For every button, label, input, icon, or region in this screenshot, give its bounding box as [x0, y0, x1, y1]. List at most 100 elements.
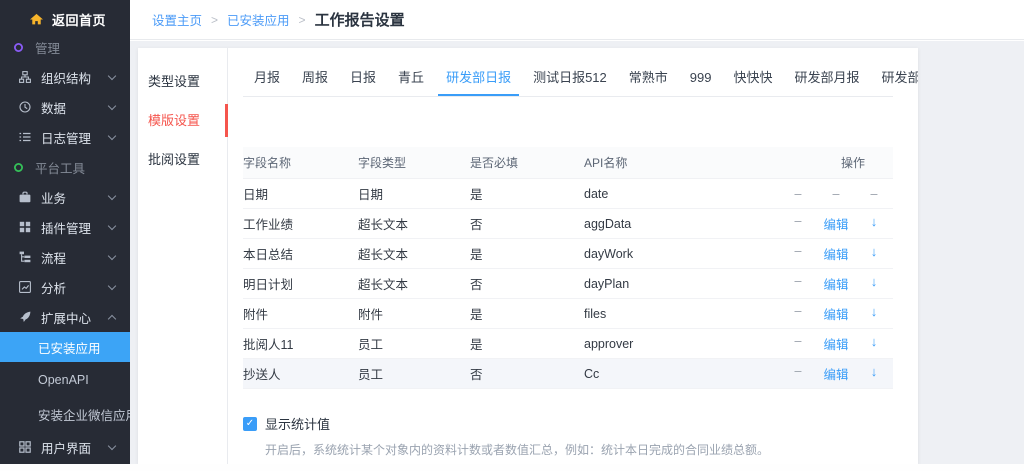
sitemap-icon: [18, 71, 31, 84]
move-down-icon[interactable]: ↓: [855, 214, 893, 233]
briefcase-icon: [18, 191, 31, 204]
sidebar-home-link[interactable]: 返回首页: [0, 0, 130, 32]
stats-section: ✓ 显示统计值 开启后，系统统计某个对象内的资料计数或者数值汇总，例如：统计本日…: [243, 414, 893, 458]
sidebar-category-platform-tools: 平台工具: [0, 152, 130, 182]
col-api-name: API名称: [584, 154, 779, 171]
move-down-icon[interactable]: ↓: [855, 364, 893, 383]
sidebar-subitem-install-wecom-app[interactable]: 安装企业微信应用: [0, 397, 130, 432]
breadcrumb-link-installed-apps[interactable]: 已安装应用: [227, 10, 290, 29]
sidebar-category-manage: 管理: [0, 32, 130, 62]
chevron-down-icon: [108, 251, 116, 259]
move-down-icon[interactable]: ↓: [855, 304, 893, 323]
show-stats-label: 显示统计值: [265, 414, 330, 433]
list-icon: [18, 131, 31, 144]
settings-nav-review[interactable]: 批阅设置: [138, 140, 227, 179]
window-bottom-strip: [0, 464, 1024, 471]
tab-rd-daily[interactable]: 研发部日报: [435, 60, 522, 96]
move-down-icon[interactable]: ↓: [855, 334, 893, 353]
col-required: 是否必填: [470, 154, 584, 171]
op-placeholder: –: [779, 214, 817, 233]
edit-button[interactable]: 编辑: [817, 274, 855, 293]
tab-rd-monthly[interactable]: 研发部月报: [784, 60, 871, 96]
op-placeholder: –: [779, 187, 817, 201]
sidebar: 返回首页 管理 组织结构 数据 日志管理: [0, 0, 130, 464]
page-title: 工作报告设置: [315, 9, 405, 30]
plugin-icon: [18, 221, 31, 234]
show-stats-checkbox[interactable]: ✓: [243, 417, 257, 431]
col-field-name: 字段名称: [243, 154, 358, 171]
tab-999[interactable]: 999: [679, 60, 723, 96]
chart-icon: [18, 281, 31, 294]
chevron-down-icon: [108, 281, 116, 289]
op-placeholder: –: [779, 304, 817, 323]
op-placeholder: –: [779, 244, 817, 263]
tab-daily[interactable]: 日报: [339, 60, 387, 96]
sidebar-item-business[interactable]: 业务: [0, 182, 130, 212]
breadcrumb-separator: >: [299, 13, 306, 27]
settings-nav-template[interactable]: 模版设置: [138, 101, 227, 140]
tab-changshu[interactable]: 常熟市: [618, 60, 679, 96]
edit-button[interactable]: 编辑: [817, 304, 855, 323]
edit-button[interactable]: 编辑: [817, 334, 855, 353]
flow-icon: [18, 251, 31, 264]
sidebar-item-log-manage[interactable]: 日志管理: [0, 122, 130, 152]
sidebar-home-label: 返回首页: [52, 10, 106, 29]
col-field-type: 字段类型: [358, 154, 470, 171]
chevron-down-icon: [108, 71, 116, 79]
table-row: 批阅人11 员工 是 approver –编辑↓: [243, 329, 893, 359]
edit-button[interactable]: 编辑: [817, 244, 855, 263]
rocket-icon: [18, 311, 31, 324]
clock-icon: [18, 101, 31, 114]
tab-qingqiu[interactable]: 青丘: [387, 60, 435, 96]
tab-weekly[interactable]: 周报: [291, 60, 339, 96]
settings-nav: 类型设置 模版设置 批阅设置: [138, 48, 228, 464]
stats-description: 开启后，系统统计某个对象内的资料计数或者数值汇总，例如：统计本日完成的合同业绩总…: [265, 441, 893, 458]
sidebar-item-data[interactable]: 数据: [0, 92, 130, 122]
col-operation: 操作: [779, 154, 893, 171]
op-placeholder: –: [779, 364, 817, 383]
chevron-down-icon: [108, 191, 116, 199]
breadcrumb-link-settings-home[interactable]: 设置主页: [152, 10, 202, 29]
sidebar-item-plugin-manage[interactable]: 插件管理: [0, 212, 130, 242]
sidebar-item-org-structure[interactable]: 组织结构: [0, 62, 130, 92]
op-placeholder: –: [779, 334, 817, 353]
sidebar-subitem-openapi[interactable]: OpenAPI: [0, 362, 130, 397]
chevron-down-icon: [108, 101, 116, 109]
ring-green-icon: [12, 161, 25, 174]
table-row: 抄送人 员工 否 Cc –编辑↓: [243, 359, 893, 389]
edit-button[interactable]: 编辑: [817, 214, 855, 233]
fields-table-header: 字段名称 字段类型 是否必填 API名称 操作: [243, 147, 893, 179]
breadcrumb-separator: >: [211, 13, 218, 27]
breadcrumb: 设置主页 > 已安装应用 > 工作报告设置: [130, 0, 1024, 40]
settings-nav-type[interactable]: 类型设置: [138, 62, 227, 101]
chevron-down-icon: [108, 441, 116, 449]
tab-rd-weekly[interactable]: 研发部周报: [871, 60, 918, 96]
sidebar-item-workflow[interactable]: 流程: [0, 242, 130, 272]
fields-table: 字段名称 字段类型 是否必填 API名称 操作 日期 日期 是 date –––…: [243, 147, 893, 389]
op-placeholder: –: [855, 187, 893, 201]
app-window: 返回首页 管理 组织结构 数据 日志管理: [0, 0, 1024, 471]
tab-test-daily-512[interactable]: 测试日报512: [522, 60, 618, 96]
sidebar-item-analysis[interactable]: 分析: [0, 272, 130, 302]
sidebar-item-extension-center[interactable]: 扩展中心: [0, 302, 130, 332]
table-row: 本日总结 超长文本 是 dayWork –编辑↓: [243, 239, 893, 269]
sidebar-subitem-installed-apps[interactable]: 已安装应用: [0, 332, 130, 362]
report-type-tabs: 月报 周报 日报 青丘 研发部日报 测试日报512 常熟市 999 快快快 研发…: [243, 48, 893, 97]
template-settings-panel: 月报 周报 日报 青丘 研发部日报 测试日报512 常熟市 999 快快快 研发…: [228, 48, 918, 464]
edit-button[interactable]: 编辑: [817, 364, 855, 383]
grid-icon: [18, 441, 31, 454]
chevron-up-icon: [108, 314, 116, 322]
move-down-icon[interactable]: ↓: [855, 244, 893, 263]
op-placeholder: –: [817, 187, 855, 201]
settings-card: 类型设置 模版设置 批阅设置 月报 周报 日报 青丘 研发部日报 测试日报512…: [138, 48, 918, 464]
home-icon: [30, 13, 43, 26]
ring-purple-icon: [12, 41, 25, 54]
op-placeholder: –: [779, 274, 817, 293]
move-down-icon[interactable]: ↓: [855, 274, 893, 293]
tab-monthly[interactable]: 月报: [243, 60, 291, 96]
table-row: 工作业绩 超长文本 否 aggData –编辑↓: [243, 209, 893, 239]
tab-kuaikuaikuai[interactable]: 快快快: [723, 60, 784, 96]
table-row: 明日计划 超长文本 否 dayPlan –编辑↓: [243, 269, 893, 299]
table-row: 附件 附件 是 files –编辑↓: [243, 299, 893, 329]
sidebar-item-user-interface[interactable]: 用户界面: [0, 432, 130, 462]
